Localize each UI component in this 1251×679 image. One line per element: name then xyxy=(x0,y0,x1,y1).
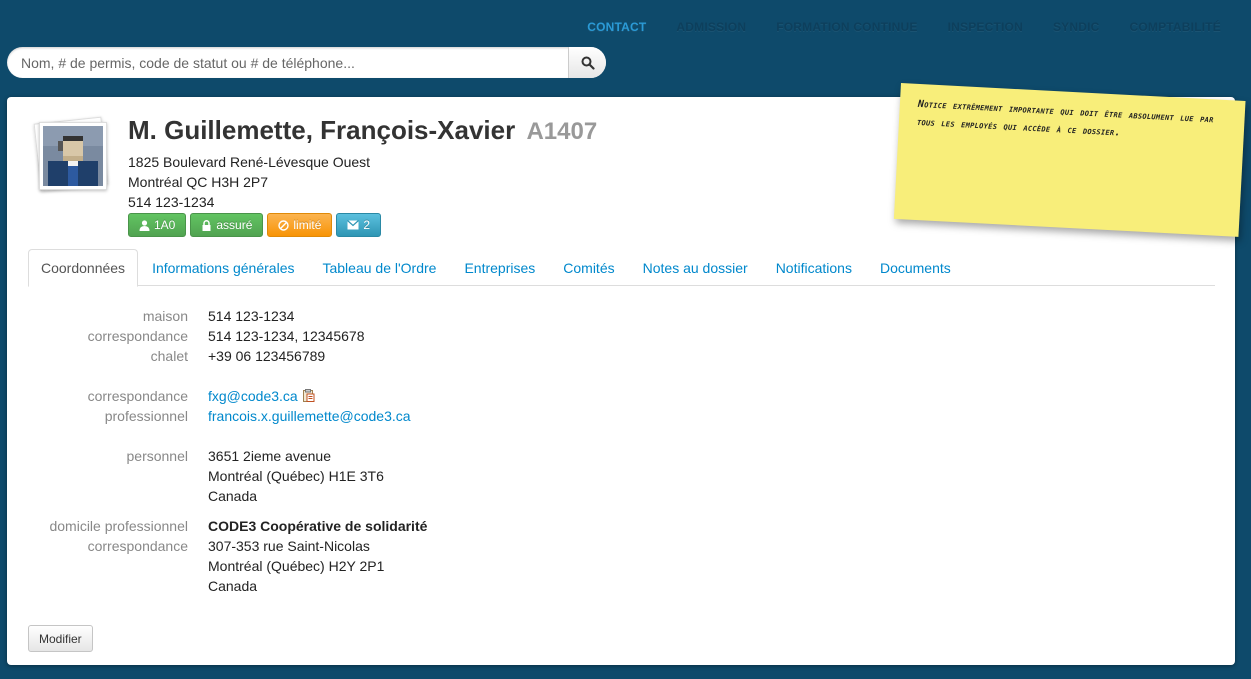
address-line2: Montréal QC H3H 2P7 xyxy=(128,174,269,190)
field-label: professionnel xyxy=(104,408,188,424)
company-name: CODE3 Coopérative de solidarité xyxy=(208,516,427,536)
nav-admission[interactable]: ADMISSION xyxy=(676,20,746,34)
permit-number: A1407 xyxy=(526,118,598,145)
field-label: correspondance xyxy=(87,388,188,404)
field-label: correspondance xyxy=(87,328,188,344)
nav-inspection[interactable]: INSPECTION xyxy=(948,20,1023,34)
ban-icon xyxy=(278,219,290,231)
field-label: personnel xyxy=(126,448,189,464)
person-icon xyxy=(43,126,103,186)
badge-label: assuré xyxy=(216,218,253,232)
address-line: Canada xyxy=(208,488,258,504)
status-badges: 1A0 assuré limité 2 xyxy=(128,213,382,237)
page-title: M. Guillemette, François-Xavier A1407 xyxy=(128,115,597,146)
address-line: 307-353 rue Saint-Nicolas xyxy=(208,538,370,554)
avatar-frame xyxy=(39,122,107,190)
field-value: +39 06 123456789 xyxy=(208,348,326,364)
tab-notifications[interactable]: Notifications xyxy=(762,249,866,286)
lock-icon xyxy=(202,219,211,231)
address-line: Montréal (Québec) H2Y 2P1 xyxy=(208,558,385,574)
badge-insured[interactable]: assuré xyxy=(190,213,264,237)
address-line: 3651 2ieme avenue xyxy=(208,448,331,464)
field-label: correspondance xyxy=(87,538,188,554)
tab-notes-dossier[interactable]: Notes au dossier xyxy=(629,249,762,286)
top-navigation: CONTACT ADMISSION FORMATION CONTINUE INS… xyxy=(557,20,1221,34)
tab-informations-generales[interactable]: Informations générales xyxy=(138,249,308,286)
field-label: maison xyxy=(142,308,188,324)
field-value: 514 123-1234, 12345678 xyxy=(208,328,365,344)
nav-syndic[interactable]: SYNDIC xyxy=(1053,20,1100,34)
tab-documents[interactable]: Documents xyxy=(866,249,965,286)
nav-comptabilite[interactable]: COMPTABILITÉ xyxy=(1129,20,1221,34)
nav-contact[interactable]: CONTACT xyxy=(587,20,646,34)
email-link[interactable]: francois.x.guillemette@code3.ca xyxy=(208,408,411,424)
tab-entreprises[interactable]: Entreprises xyxy=(450,249,549,286)
badge-label: 1A0 xyxy=(154,218,176,232)
search-icon xyxy=(581,56,595,70)
search-input[interactable] xyxy=(7,47,568,78)
address-line1: 1825 Boulevard René-Lévesque Ouest xyxy=(128,154,371,170)
search-bar xyxy=(7,47,606,78)
tab-comites[interactable]: Comités xyxy=(549,249,628,286)
copy-icon[interactable] xyxy=(302,387,315,407)
tab-bar: Coordonnées Informations générales Table… xyxy=(28,249,1215,287)
badge-messages[interactable]: 2 xyxy=(336,213,382,237)
nav-formation-continue[interactable]: FORMATION CONTINUE xyxy=(776,20,917,34)
modify-button[interactable]: Modifier xyxy=(28,625,93,652)
phone-number: 514 123-1234 xyxy=(128,194,215,210)
user-icon xyxy=(139,219,150,231)
tab-coordonnees[interactable]: Coordonnées xyxy=(28,249,139,287)
email-link[interactable]: fxg@code3.ca xyxy=(208,388,298,404)
envelope-icon xyxy=(347,220,360,230)
badge-status-code[interactable]: 1A0 xyxy=(128,213,187,237)
avatar xyxy=(33,116,109,192)
tab-tableau-ordre[interactable]: Tableau de l'Ordre xyxy=(308,249,450,286)
field-value: fxg@code3.ca xyxy=(208,386,315,407)
field-value: 514 123-1234 xyxy=(208,308,295,324)
field-label: chalet xyxy=(150,348,188,364)
badge-label: limité xyxy=(293,218,322,232)
contact-name: M. Guillemette, François-Xavier xyxy=(128,115,516,145)
sticky-note: Notice extrêmement importante qui doit ê… xyxy=(893,83,1246,237)
search-button[interactable] xyxy=(568,47,606,78)
address-line: Canada xyxy=(208,578,258,594)
company-name-text: CODE3 Coopérative de solidarité xyxy=(208,518,428,534)
field-value: francois.x.guillemette@code3.ca xyxy=(208,406,411,426)
field-label: domicile professionnel xyxy=(49,518,188,534)
address-line: Montréal (Québec) H1E 3T6 xyxy=(208,468,384,484)
badge-limited[interactable]: limité xyxy=(267,213,333,237)
badge-label: 2 xyxy=(363,218,371,232)
